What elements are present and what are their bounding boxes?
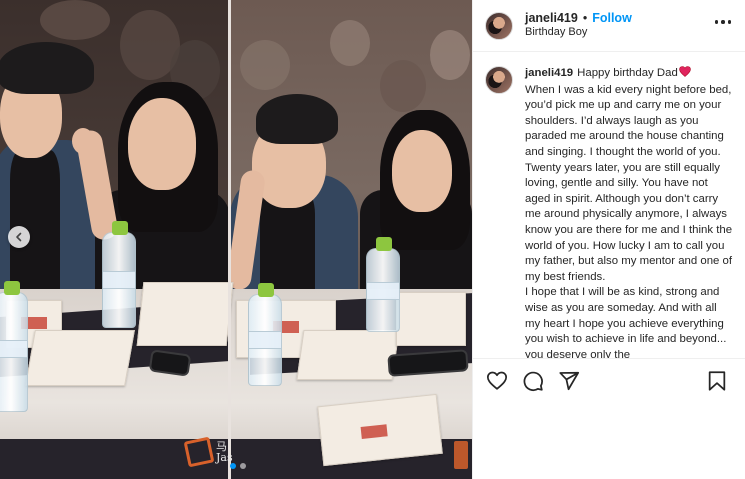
- heart-icon: [486, 371, 508, 390]
- share-icon: [559, 371, 580, 390]
- name-card: [136, 282, 234, 346]
- caption-paragraph-2: I hope that I will be as kind, strong an…: [525, 286, 727, 358]
- like-button[interactable]: [485, 369, 509, 393]
- avatar[interactable]: [485, 11, 513, 40]
- post-actions-bar: [473, 358, 745, 402]
- watermark-logo: 马 Jas: [183, 436, 233, 471]
- carousel-indicator: [230, 463, 246, 469]
- comment-button[interactable]: [521, 369, 545, 393]
- bookmark-icon: [708, 370, 726, 391]
- separator-dot: •: [582, 10, 588, 25]
- name-card: [317, 393, 443, 467]
- comment-icon: [523, 371, 543, 391]
- avatar[interactable]: [485, 66, 513, 94]
- caption-paragraph-1: When I was a kid every night before bed,…: [525, 83, 733, 283]
- red-heart-emoji-icon: [679, 66, 691, 83]
- more-options-icon[interactable]: [714, 20, 731, 24]
- save-button[interactable]: [705, 369, 729, 393]
- author-username[interactable]: janeli419: [525, 11, 578, 27]
- name-card: [396, 292, 466, 346]
- water-bottle: [366, 237, 400, 332]
- watermark-badge: [454, 441, 468, 469]
- name-card: [25, 330, 135, 386]
- share-button[interactable]: [557, 369, 581, 393]
- collage-divider: [228, 0, 231, 479]
- post-location[interactable]: Birthday Boy: [525, 26, 632, 40]
- post-media-carousel[interactable]: 马 Jas: [0, 0, 472, 479]
- water-bottle: [102, 221, 136, 328]
- water-bottle: [0, 281, 28, 412]
- chevron-left-icon: [16, 232, 22, 242]
- carousel-dot-active: [230, 463, 236, 469]
- post-header: janeli419 • Follow Birthday Boy: [473, 0, 745, 52]
- caption-username[interactable]: janeli419: [525, 67, 573, 79]
- name-card: [296, 330, 400, 380]
- carousel-prev-button[interactable]: [8, 226, 30, 248]
- caption-greeting: Happy birthday Dad: [577, 67, 678, 79]
- carousel-dot: [240, 463, 246, 469]
- water-bottle: [248, 283, 282, 386]
- post-caption: janeli419 Happy birthday Dad When I was a…: [525, 66, 733, 358]
- post-detail-panel: janeli419 • Follow Birthday Boy janeli41…: [472, 0, 745, 479]
- caption-section: janeli419 Happy birthday Dad When I was a…: [473, 52, 745, 358]
- follow-button[interactable]: Follow: [592, 11, 632, 27]
